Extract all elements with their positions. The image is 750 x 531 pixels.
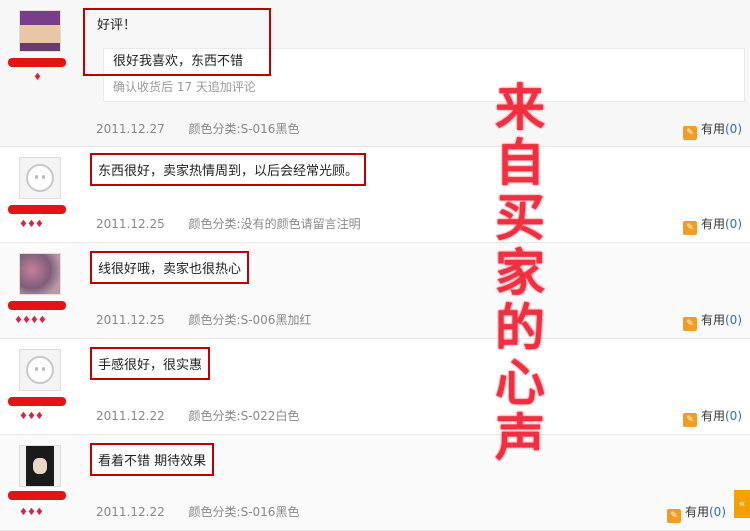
overlay-char: 的 bbox=[495, 298, 545, 357]
username-redacted[interactable] bbox=[8, 397, 66, 406]
review-item: ♦ 好评！ 很好我喜欢，东西不错 确认收货后 17 天追加评论 2011.12.… bbox=[0, 0, 750, 147]
review-list: ♦ 好评！ 很好我喜欢，东西不错 确认收货后 17 天追加评论 2011.12.… bbox=[0, 0, 750, 531]
default-avatar-icon bbox=[26, 356, 54, 384]
review-meta: 2011.12.27 颜色分类:S-016黑色 bbox=[96, 120, 299, 137]
avatar[interactable] bbox=[19, 253, 61, 295]
comment-highlight: 好评！ 很好我喜欢，东西不错 bbox=[83, 8, 271, 76]
append-review-note: 确认收货后 17 天追加评论 bbox=[113, 80, 256, 94]
color-category: 颜色分类:S-022白色 bbox=[188, 409, 300, 423]
avatar[interactable] bbox=[19, 157, 61, 199]
useful-button[interactable]: ✎ 有用(0) bbox=[682, 215, 742, 235]
thumb-icon: ✎ bbox=[682, 126, 697, 140]
review-date: 2011.12.22 bbox=[96, 505, 165, 519]
thumb-icon: ✎ bbox=[666, 509, 681, 523]
username-redacted[interactable] bbox=[8, 205, 66, 214]
overlay-char: 家 bbox=[495, 243, 545, 302]
buyer-rank-icon: ♦♦♦ bbox=[19, 411, 44, 422]
review-date: 2011.12.27 bbox=[96, 122, 165, 136]
username-redacted[interactable] bbox=[8, 491, 66, 500]
review-item: ♦♦♦ 手感很好，很实惠 2011.12.22 颜色分类:S-022白色 ✎ 有用… bbox=[0, 339, 750, 435]
thumb-icon: ✎ bbox=[682, 413, 697, 427]
useful-button[interactable]: ✎ 有用(0) bbox=[666, 503, 726, 523]
comment-text: 东西很好，卖家热情周到，以后会经常光顾。 bbox=[90, 153, 367, 186]
review-date: 2011.12.22 bbox=[96, 409, 165, 423]
useful-button[interactable]: ✎ 有用(0) bbox=[682, 407, 742, 427]
useful-button[interactable]: ✎ 有用(0) bbox=[682, 311, 742, 331]
review-meta: 2011.12.22 颜色分类:S-016黑色 bbox=[96, 503, 299, 520]
review-item: ♦♦♦♦ 线很好哦，卖家也很热心 2011.12.25 颜色分类:S-006黑加… bbox=[0, 243, 750, 339]
thumb-icon: ✎ bbox=[682, 221, 697, 235]
color-category: 颜色分类:没有的颜色请留言注明 bbox=[188, 217, 361, 231]
overlay-slogan: 来 自 买 家 的 心 声 bbox=[480, 80, 560, 465]
buyer-rank-icon: ♦♦♦ bbox=[19, 507, 44, 518]
review-item: ♦♦♦ 看着不错 期待效果 2011.12.22 颜色分类:S-016黑色 ✎ 有… bbox=[0, 435, 750, 531]
username-redacted[interactable] bbox=[8, 58, 66, 67]
append-comment-text: 很好我喜欢，东西不错 bbox=[113, 54, 244, 69]
buyer-rank-icon: ♦♦♦ bbox=[19, 219, 44, 230]
review-date: 2011.12.25 bbox=[96, 217, 165, 231]
overlay-char: 买 bbox=[495, 188, 545, 247]
overlay-char: 来 bbox=[495, 78, 545, 137]
review-meta: 2011.12.22 颜色分类:S-022白色 bbox=[96, 407, 299, 424]
avatar[interactable] bbox=[19, 10, 61, 52]
color-category: 颜色分类:S-016黑色 bbox=[188, 122, 300, 136]
useful-button[interactable]: ✎ 有用(0) bbox=[682, 120, 742, 140]
comment-text: 好评！ bbox=[97, 18, 137, 33]
username-redacted[interactable] bbox=[8, 301, 66, 310]
review-meta: 2011.12.25 颜色分类:没有的颜色请留言注明 bbox=[96, 215, 361, 232]
thumb-icon: ✎ bbox=[682, 317, 697, 331]
color-category: 颜色分类:S-006黑加红 bbox=[188, 313, 312, 327]
review-item: ♦♦♦ 东西很好，卖家热情周到，以后会经常光顾。 2011.12.25 颜色分类… bbox=[0, 147, 750, 243]
comment-text: 看着不错 期待效果 bbox=[90, 443, 215, 476]
buyer-rank-icon: ♦ bbox=[33, 72, 42, 83]
color-category: 颜色分类:S-016黑色 bbox=[188, 505, 300, 519]
avatar[interactable] bbox=[19, 445, 61, 487]
overlay-char: 自 bbox=[495, 133, 545, 192]
comment-text: 线很好哦，卖家也很热心 bbox=[90, 251, 250, 284]
default-avatar-icon bbox=[26, 164, 54, 192]
overlay-char: 声 bbox=[495, 408, 545, 467]
buyer-rank-icon: ♦♦♦♦ bbox=[14, 315, 47, 326]
back-to-top-button[interactable]: « bbox=[734, 490, 750, 518]
comment-text: 手感很好，很实惠 bbox=[90, 347, 211, 380]
review-date: 2011.12.25 bbox=[96, 313, 165, 327]
overlay-char: 心 bbox=[495, 353, 545, 412]
avatar[interactable] bbox=[19, 349, 61, 391]
review-meta: 2011.12.25 颜色分类:S-006黑加红 bbox=[96, 311, 311, 328]
